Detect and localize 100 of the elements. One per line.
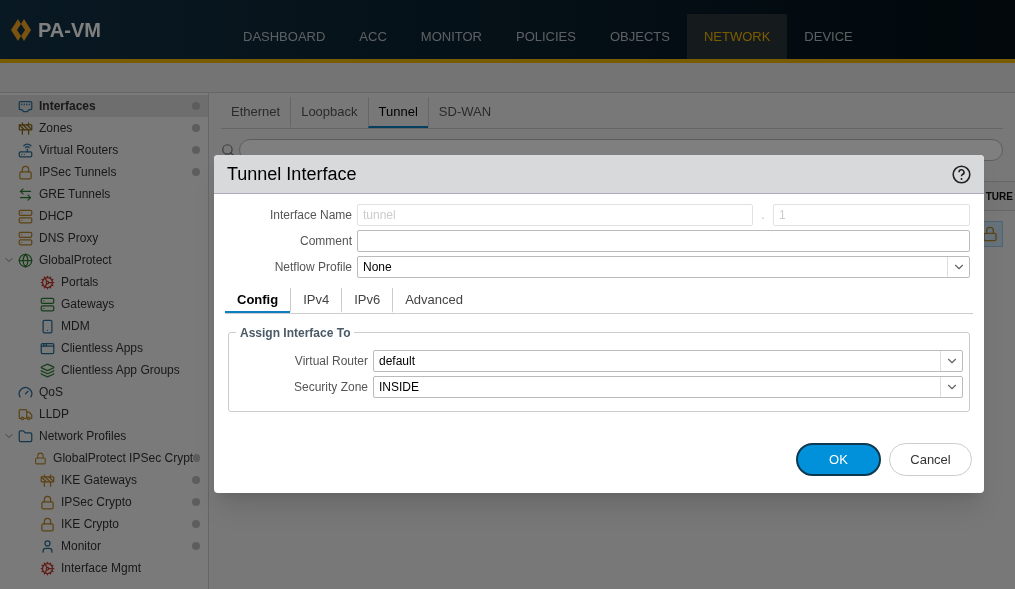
input-field[interactable]: [357, 230, 970, 252]
tab[interactable]: Config: [225, 288, 291, 313]
logo-text: PA-VM: [38, 17, 101, 43]
sidebar-label: QoS: [39, 384, 64, 401]
field-label: Security Zone: [292, 379, 369, 396]
sidebar-item[interactable]: GlobalProtect: [0, 249, 208, 271]
sidebar-label: IKE Gateways: [61, 472, 139, 489]
nav-tab[interactable]: OBJECTS: [592, 14, 687, 59]
sidebar-item[interactable]: GRE Tunnels: [0, 183, 208, 205]
sidebar-item[interactable]: Interfaces: [0, 95, 208, 117]
server-icon: [18, 230, 33, 246]
lock-icon: [40, 494, 55, 510]
tab[interactable]: Loopback: [290, 97, 368, 128]
sidebar-item[interactable]: Gateways: [0, 293, 208, 315]
sidebar-label: Clientless App Groups: [61, 362, 181, 379]
separator-text: .: [760, 207, 766, 224]
field-label: Netflow Profile: [273, 259, 353, 276]
sidebar-item[interactable]: Clientless App Groups: [0, 359, 208, 381]
sidebar-item[interactable]: Portals: [0, 271, 208, 293]
server-icon: [18, 208, 33, 224]
barrier-icon: [18, 120, 33, 136]
sidebar-label: Interface Mgmt: [61, 560, 143, 577]
cancel-button[interactable]: Cancel: [889, 443, 972, 476]
lock-icon: [18, 164, 33, 180]
sidebar-label: Monitor: [61, 538, 102, 555]
sidebar-item[interactable]: GlobalProtect IPSec Crypt: [0, 447, 208, 469]
sidebar-label: Gateways: [61, 296, 116, 313]
dropdown-value: INSIDE: [378, 379, 420, 396]
sidebar-label: GlobalProtect: [39, 252, 113, 269]
sidebar-item[interactable]: QoS: [0, 381, 208, 403]
folder-icon: [18, 428, 33, 444]
field-label: Virtual Router: [293, 353, 369, 370]
sidebar-item[interactable]: IPSec Tunnels: [0, 161, 208, 183]
tab[interactable]: IPv6: [341, 288, 393, 313]
help-icon[interactable]: [952, 164, 971, 184]
dropdown-field[interactable]: INSIDE: [373, 376, 963, 398]
sidebar-label: IPSec Tunnels: [39, 164, 118, 181]
nav-tab[interactable]: NETWORK: [686, 14, 788, 59]
sidebar-item[interactable]: Interface Mgmt: [0, 557, 208, 579]
sidebar-label: GlobalProtect IPSec Crypt: [53, 450, 194, 467]
gate-icon: [40, 472, 55, 488]
dropdown-value: None: [362, 259, 393, 276]
globe-icon: [18, 252, 33, 268]
dropdown-field[interactable]: None: [357, 256, 970, 278]
dropdown-value: default: [378, 353, 417, 370]
dropdown-field[interactable]: default: [373, 350, 963, 372]
sidebar-label: IKE Crypto: [61, 516, 121, 533]
nav-tab[interactable]: ACC: [342, 14, 404, 59]
sidebar-label: MDM: [61, 318, 91, 335]
sidebar-item[interactable]: Virtual Routers: [0, 139, 208, 161]
tab[interactable]: IPv4: [290, 288, 342, 313]
nav-tab[interactable]: MONITOR: [403, 14, 499, 59]
sidebar-label: Interfaces: [39, 98, 97, 115]
sidebar-item[interactable]: Clientless Apps: [0, 337, 208, 359]
sidebar-label: LLDP: [39, 406, 71, 423]
sidebar-item[interactable]: LLDP: [0, 403, 208, 425]
sidebar-label: IPSec Crypto: [61, 494, 133, 511]
column-header: TURE: [985, 189, 1013, 204]
lock-icon: [34, 450, 48, 466]
sidebar-item[interactable]: IKE Gateways: [0, 469, 208, 491]
gear-icon: [40, 560, 55, 576]
nav-tab[interactable]: DEVICE: [787, 14, 870, 59]
nav-tab[interactable]: DASHBOARD: [226, 14, 343, 59]
user-icon: [40, 538, 55, 554]
tab[interactable]: Tunnel: [367, 97, 428, 128]
ok-button[interactable]: OK: [796, 443, 881, 476]
window-icon: [40, 340, 55, 356]
server-icon: [40, 296, 55, 312]
sidebar-item[interactable]: Network Profiles: [0, 425, 208, 447]
field-label: Interface Name: [268, 207, 353, 224]
sidebar-label: DHCP: [39, 208, 74, 225]
sidebar-item[interactable]: IKE Crypto: [0, 513, 208, 535]
field-label: Comment: [299, 233, 353, 250]
search-icon: [221, 143, 235, 157]
gear-icon: [40, 274, 55, 290]
tab[interactable]: SD-WAN: [427, 97, 502, 128]
sidebar-item[interactable]: DHCP: [0, 205, 208, 227]
gauge-icon: [18, 384, 33, 400]
ethernet-icon: [18, 98, 33, 114]
sidebar-item[interactable]: DNS Proxy: [0, 227, 208, 249]
phone-icon: [40, 318, 55, 334]
logo-icon: [10, 17, 32, 42]
sidebar-item[interactable]: Monitor: [0, 535, 208, 557]
tab[interactable]: Advanced: [392, 288, 475, 313]
lock-icon: [982, 226, 998, 242]
layers-icon: [40, 362, 55, 378]
nav-tab[interactable]: POLICIES: [498, 14, 593, 59]
router-icon: [18, 142, 33, 158]
sidebar-label: Portals: [61, 274, 100, 291]
sidebar-label: Clientless Apps: [61, 340, 145, 357]
lock-icon: [40, 516, 55, 532]
tab[interactable]: Ethernet: [221, 97, 291, 128]
sidebar-label: DNS Proxy: [39, 230, 100, 247]
sidebar-label: Network Profiles: [39, 428, 128, 445]
sidebar-label: Zones: [39, 120, 74, 137]
sidebar-label: GRE Tunnels: [39, 186, 112, 203]
sidebar-item[interactable]: IPSec Crypto: [0, 491, 208, 513]
sidebar-item[interactable]: MDM: [0, 315, 208, 337]
sidebar-item[interactable]: Zones: [0, 117, 208, 139]
sidebar-label: Virtual Routers: [39, 142, 120, 159]
